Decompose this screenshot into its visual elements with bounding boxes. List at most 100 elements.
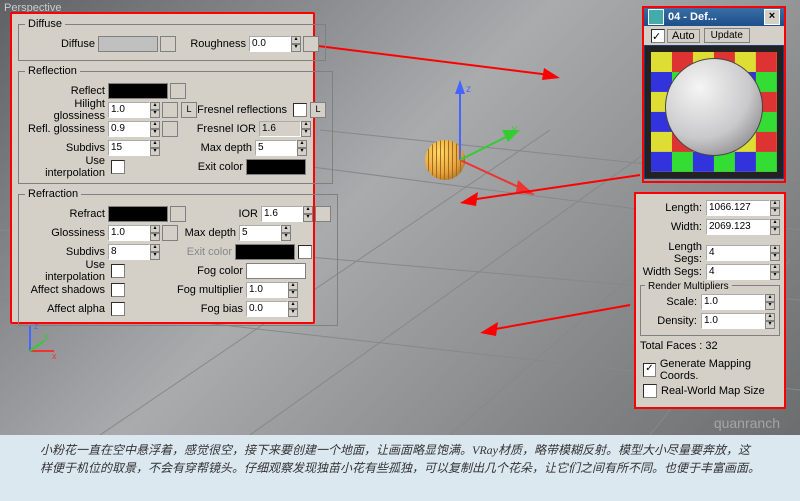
- roughness-map-button[interactable]: [303, 36, 319, 52]
- refract-map-button[interactable]: [170, 206, 186, 222]
- diffuse-legend: Diffuse: [25, 18, 65, 30]
- preview-titlebar[interactable]: 04 - Def... ×: [644, 8, 784, 26]
- width-input[interactable]: 2069.123: [706, 219, 770, 235]
- fog-mult-input[interactable]: 1.0: [246, 282, 288, 298]
- ior-spinner[interactable]: ▴▾: [303, 206, 313, 222]
- transform-gizmo[interactable]: zy: [440, 80, 560, 200]
- refl-subdivs-input[interactable]: 15: [108, 140, 150, 156]
- fog-mult-spinner[interactable]: ▴▾: [288, 282, 298, 298]
- refl-gloss-map-button[interactable]: [162, 121, 178, 137]
- length-spinner[interactable]: ▴▾: [770, 200, 780, 216]
- app-icon: [648, 9, 664, 25]
- material-params-panel: Diffuse Diffuse Roughness 0.0▴▾ Reflecti…: [10, 12, 315, 324]
- svg-text:x: x: [52, 351, 57, 359]
- refl-interp-checkbox[interactable]: [111, 160, 125, 174]
- render-mult-group: Render Multipliers Scale:1.0▴▾ Density:1…: [640, 285, 780, 336]
- preview-title: 04 - Def...: [668, 11, 764, 23]
- refr-interp-label: Use interpolation: [25, 259, 108, 283]
- reflect-color-swatch[interactable]: [108, 83, 168, 99]
- ior-input[interactable]: 1.6: [261, 206, 303, 222]
- scale-input[interactable]: 1.0: [701, 294, 765, 310]
- refr-exitcolor-checkbox[interactable]: [298, 245, 312, 259]
- refl-subdivs-spinner[interactable]: ▴▾: [150, 140, 160, 156]
- length-segs-input[interactable]: 4: [706, 245, 770, 261]
- refr-exitcolor-label: Exit color: [160, 246, 235, 258]
- width-label: Width:: [640, 221, 706, 233]
- refl-exitcolor-swatch[interactable]: [246, 159, 306, 175]
- refl-maxdepth-input[interactable]: 5: [255, 140, 297, 156]
- fog-mult-label: Fog multiplier: [125, 284, 246, 296]
- svg-text:y: y: [44, 331, 49, 341]
- length-segs-spinner[interactable]: ▴▾: [770, 245, 780, 261]
- width-segs-spinner[interactable]: ▴▾: [770, 264, 780, 280]
- fresnel-lock-button[interactable]: L: [310, 102, 326, 118]
- refr-subdivs-input[interactable]: 8: [108, 244, 150, 260]
- refl-maxdepth-spinner[interactable]: ▴▾: [297, 140, 307, 156]
- scale-spinner[interactable]: ▴▾: [765, 294, 775, 310]
- render-mult-legend: Render Multipliers: [645, 281, 732, 292]
- real-world-label: Real-World Map Size: [661, 385, 765, 397]
- fog-color-swatch[interactable]: [246, 263, 306, 279]
- refl-interp-label: Use interpolation: [25, 155, 108, 179]
- width-spinner[interactable]: ▴▾: [770, 219, 780, 235]
- refr-subdivs-spinner[interactable]: ▴▾: [150, 244, 160, 260]
- refract-label: Refract: [25, 208, 108, 220]
- diffuse-map-button[interactable]: [160, 36, 176, 52]
- total-faces-text: Total Faces : 32: [640, 340, 780, 352]
- width-segs-label: Width Segs:: [640, 266, 706, 278]
- refr-exitcolor-swatch[interactable]: [235, 244, 295, 260]
- roughness-spinner[interactable]: ▴▾: [291, 36, 301, 52]
- gen-map-label: Generate Mapping Coords.: [660, 358, 780, 382]
- refr-gloss-map-button[interactable]: [162, 225, 178, 241]
- reflect-label: Reflect: [25, 85, 108, 97]
- refr-interp-checkbox[interactable]: [111, 264, 125, 278]
- reflect-map-button[interactable]: [170, 83, 186, 99]
- length-segs-label: Length Segs:: [640, 241, 706, 265]
- refr-maxdepth-input[interactable]: 5: [239, 225, 281, 241]
- real-world-checkbox[interactable]: [643, 384, 657, 398]
- diffuse-color-swatch[interactable]: [98, 36, 158, 52]
- auto-checkbox[interactable]: ✓: [651, 29, 665, 43]
- density-input[interactable]: 1.0: [701, 313, 765, 329]
- fog-bias-spinner[interactable]: ▴▾: [288, 301, 298, 317]
- svg-text:y: y: [512, 124, 517, 135]
- fresnel-ior-input[interactable]: 1.6: [259, 121, 301, 137]
- fresnel-label: Fresnel reflections: [197, 104, 290, 116]
- hilight-label: Hilight glossiness: [25, 98, 108, 122]
- hilight-lock-button[interactable]: L: [181, 102, 197, 118]
- gen-map-checkbox[interactable]: [643, 363, 656, 377]
- fog-bias-label: Fog bias: [125, 303, 246, 315]
- refract-color-swatch[interactable]: [108, 206, 168, 222]
- close-button[interactable]: ×: [764, 9, 780, 25]
- fresnel-checkbox[interactable]: [293, 103, 307, 117]
- object-params-panel: Length:1066.127▴▾ Width:2069.123▴▾ Lengt…: [634, 192, 786, 409]
- ior-map-button[interactable]: [315, 206, 331, 222]
- diffuse-label: Diffuse: [25, 38, 98, 50]
- hilight-input[interactable]: 1.0: [108, 102, 150, 118]
- hilight-map-button[interactable]: [162, 102, 178, 118]
- scale-label: Scale:: [645, 296, 701, 308]
- preview-sphere: [665, 58, 763, 156]
- density-spinner[interactable]: ▴▾: [765, 313, 775, 329]
- refl-maxdepth-label: Max depth: [160, 142, 255, 154]
- width-segs-input[interactable]: 4: [706, 264, 770, 280]
- refr-gloss-spinner[interactable]: ▴▾: [150, 225, 160, 241]
- length-input[interactable]: 1066.127: [706, 200, 770, 216]
- hilight-spinner[interactable]: ▴▾: [150, 102, 160, 118]
- fog-bias-input[interactable]: 0.0: [246, 301, 288, 317]
- refl-gloss-spinner[interactable]: ▴▾: [150, 121, 160, 137]
- material-preview-window[interactable]: 04 - Def... × ✓Auto Update: [642, 6, 786, 183]
- affect-alpha-checkbox[interactable]: [111, 302, 125, 316]
- refr-gloss-input[interactable]: 1.0: [108, 225, 150, 241]
- update-button[interactable]: Update: [704, 28, 750, 43]
- refr-maxdepth-label: Max depth: [178, 227, 239, 239]
- refl-gloss-input[interactable]: 0.9: [108, 121, 150, 137]
- roughness-input[interactable]: 0.0: [249, 36, 291, 52]
- fresnel-ior-spinner[interactable]: ▴▾: [301, 121, 311, 137]
- refr-maxdepth-spinner[interactable]: ▴▾: [281, 225, 291, 241]
- diffuse-group: Diffuse Diffuse Roughness 0.0▴▾: [18, 18, 326, 61]
- reflection-group: Reflection Reflect Hilight glossiness1.0…: [18, 65, 333, 184]
- refr-subdivs-label: Subdivs: [25, 246, 108, 258]
- affect-shadows-checkbox[interactable]: [111, 283, 125, 297]
- preview-render: [644, 45, 784, 179]
